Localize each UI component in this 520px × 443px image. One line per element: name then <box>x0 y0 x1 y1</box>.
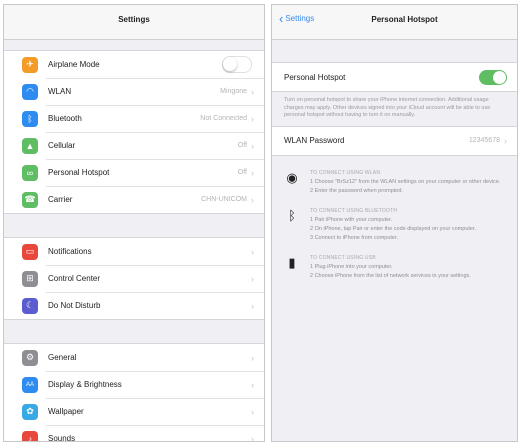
hotspot-navbar: ‹ Settings Personal Hotspot <box>272 5 517 40</box>
settings-row-wlan[interactable]: ◠ WLAN Mingone › <box>4 78 264 105</box>
connect-instruction-block: ▮ TO CONNECT USING USB 1 Plug iPhone into … <box>272 255 517 282</box>
settings-row-display-brightness[interactable]: AA Display & Brightness › <box>4 371 264 398</box>
settings-row-label: Do Not Disturb <box>48 301 101 310</box>
chevron-left-icon: ‹ <box>279 10 284 26</box>
settings-row-label: Wallpaper <box>48 407 84 416</box>
instruction-heading: TO CONNECT USING USB <box>310 254 376 261</box>
settings-row-personal-hotspot[interactable]: ∞ Personal Hotspot Off › <box>4 159 264 186</box>
instruction-step: 2 On iPhone, tap Pair or enter the code … <box>310 225 477 232</box>
chevron-right-icon: › <box>251 379 254 390</box>
settings-row-label: Sounds <box>48 434 76 442</box>
chevron-right-icon: › <box>251 246 254 257</box>
toggle-knob <box>493 70 506 84</box>
chevron-right-icon: › <box>251 300 254 311</box>
bluetooth-icon: ᛒ <box>22 110 38 127</box>
chevron-right-icon: › <box>251 194 254 205</box>
wifi-icon: ◉ <box>286 169 298 185</box>
chevron-right-icon: › <box>504 135 507 146</box>
settings-row-general[interactable]: ⚙ General › <box>4 344 264 371</box>
airplane-mode-toggle[interactable] <box>222 56 252 73</box>
chevron-right-icon: › <box>251 406 254 417</box>
settings-row-value: Mingone <box>220 88 247 95</box>
instruction-step: 1 Pair iPhone with your computer. <box>310 216 393 223</box>
wlan-password-row[interactable]: WLAN Password 12345678 › <box>272 125 517 156</box>
phone-icon: ☎ <box>22 191 38 208</box>
connect-instruction-block: ◉ TO CONNECT USING WLAN 1 Choose "BrSz12" … <box>272 170 517 197</box>
chevron-right-icon: › <box>251 113 254 124</box>
hotspot-title: Personal Hotspot <box>371 15 438 24</box>
notifications-icon: ▭ <box>22 243 38 260</box>
settings-row-label: Display & Brightness <box>48 380 122 389</box>
connect-instruction-block: ᛒ TO CONNECT USING BLUETOOTH 1 Pair iPhone… <box>272 208 517 244</box>
settings-row-label: Notifications <box>48 247 92 256</box>
chevron-right-icon: › <box>251 167 254 178</box>
chevron-right-icon: › <box>251 273 254 284</box>
personal-hotspot-label: Personal Hotspot <box>284 72 346 82</box>
instruction-heading: TO CONNECT USING BLUETOOTH <box>310 207 398 214</box>
settings-row-value: CHN-UNICOM <box>201 196 247 203</box>
chevron-right-icon: › <box>251 352 254 363</box>
settings-screen: Settings ✈ Airplane Mode ◠ WLAN Mingone › ᛒ Blu… <box>3 4 265 442</box>
settings-row-airplane-mode[interactable]: ✈ Airplane Mode <box>4 51 264 78</box>
control-center-icon: ⊞ <box>22 270 38 287</box>
instruction-step: 1 Choose "BrSz12" from the WLAN settings… <box>310 178 501 185</box>
connect-instructions: ◉ TO CONNECT USING WLAN 1 Choose "BrSz12" … <box>272 156 517 282</box>
settings-group-connectivity: ✈ Airplane Mode ◠ WLAN Mingone › ᛒ Bluetooth Not… <box>4 50 264 214</box>
settings-row-value: Off <box>237 142 247 149</box>
settings-row-label: General <box>48 353 77 362</box>
instruction-step: 2 Choose iPhone from the list of network… <box>310 272 471 279</box>
chevron-right-icon: › <box>251 140 254 151</box>
hotspot-description: Turn on personal hotspot to share your i… <box>284 97 491 118</box>
settings-row-bluetooth[interactable]: ᛒ Bluetooth Not Connected › <box>4 105 264 132</box>
personal-hotspot-toggle[interactable] <box>479 69 507 85</box>
settings-group-general: ⚙ General › AA Display & Brightness › ✿ Wallpap… <box>4 343 264 442</box>
settings-row-label: Carrier <box>48 195 73 204</box>
settings-row-label: Airplane Mode <box>48 60 100 69</box>
settings-row-label: WLAN <box>48 87 72 96</box>
moon-icon: ☾ <box>22 297 38 314</box>
settings-row-value: Not Connected <box>200 115 247 122</box>
settings-row-sounds[interactable]: ♪ Sounds › <box>4 425 264 442</box>
usb-icon: ▮ <box>288 254 296 270</box>
wlan-password-value: 12345678 <box>468 137 500 144</box>
settings-navbar: Settings <box>4 5 264 40</box>
instruction-step: 1 Plug iPhone into your computer. <box>310 263 393 270</box>
wlan-password-label: WLAN Password <box>284 136 345 145</box>
settings-row-carrier[interactable]: ☎ Carrier CHN-UNICOM › <box>4 186 264 213</box>
bluetooth-icon: ᛒ <box>288 207 296 223</box>
gear-icon: ⚙ <box>22 349 38 366</box>
hotspot-screen: ‹ Settings Personal Hotspot Personal Hot… <box>271 4 518 442</box>
toggle-knob <box>223 57 237 71</box>
settings-row-label: Control Center <box>48 274 101 283</box>
settings-row-do-not-disturb[interactable]: ☾ Do Not Disturb › <box>4 292 264 319</box>
cellular-icon: ▲ <box>22 137 38 154</box>
settings-row-label: Cellular <box>48 141 76 150</box>
wifi-icon: ◠ <box>22 83 38 100</box>
settings-row-label: Bluetooth <box>48 114 82 123</box>
display-icon: AA <box>22 376 38 393</box>
hotspot-icon: ∞ <box>22 164 38 181</box>
sounds-icon: ♪ <box>22 430 38 441</box>
instruction-heading: TO CONNECT USING WLAN <box>310 169 381 176</box>
wallpaper-icon: ✿ <box>22 403 38 420</box>
settings-row-cellular[interactable]: ▲ Cellular Off › <box>4 132 264 159</box>
settings-row-label: Personal Hotspot <box>48 168 110 177</box>
settings-row-notifications[interactable]: ▭ Notifications › <box>4 238 264 265</box>
settings-row-value: Off <box>237 169 247 176</box>
airplane-icon: ✈ <box>22 56 38 73</box>
chevron-right-icon: › <box>251 433 254 442</box>
settings-title: Settings <box>118 15 150 24</box>
chevron-right-icon: › <box>251 86 254 97</box>
instruction-step: 3 Connect to iPhone from computer. <box>310 234 399 241</box>
settings-row-wallpaper[interactable]: ✿ Wallpaper › <box>4 398 264 425</box>
instruction-step: 2 Enter the password when prompted. <box>310 187 403 194</box>
settings-row-control-center[interactable]: ⊞ Control Center › <box>4 265 264 292</box>
settings-group-notifications: ▭ Notifications › ⊞ Control Center › ☾ Do Not D… <box>4 237 264 320</box>
personal-hotspot-row[interactable]: Personal Hotspot <box>272 62 517 92</box>
